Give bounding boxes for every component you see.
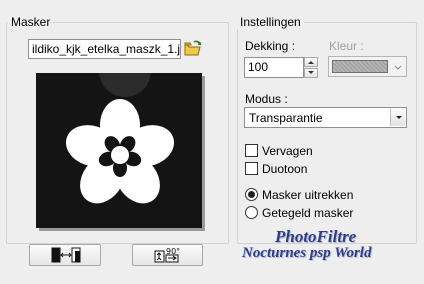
- settings-group-title: Instellingen: [237, 15, 304, 29]
- rotate-90-button[interactable]: 90°: [132, 244, 203, 266]
- color-picker[interactable]: [328, 56, 407, 77]
- opacity-spinner[interactable]: [304, 57, 318, 78]
- folder-open-icon[interactable]: [183, 39, 203, 59]
- mask-filename-field[interactable]: ildiko_kjk_etelka_maszk_1.jp: [28, 39, 181, 59]
- opacity-label: Dekking :: [245, 39, 296, 53]
- stretch-mask-radio[interactable]: [245, 188, 258, 201]
- duotone-label: Duotoon: [262, 162, 308, 176]
- mode-select-value: Transparantie: [249, 111, 323, 125]
- tile-mask-label: Getegeld masker: [262, 206, 354, 220]
- invert-mask-button[interactable]: [29, 244, 101, 266]
- fade-checkbox[interactable]: [245, 144, 258, 157]
- stretch-mask-label: Masker uitrekken: [262, 188, 354, 202]
- mode-select-button[interactable]: [390, 109, 405, 126]
- mask-preview: [36, 45, 202, 228]
- chevron-down-icon: [396, 116, 402, 119]
- mode-label: Modus :: [245, 92, 288, 106]
- opacity-field[interactable]: 100: [244, 57, 304, 78]
- tile-mask-radio[interactable]: [245, 206, 258, 219]
- chevron-down-icon: [394, 65, 402, 70]
- watermark-line-1: PhotoFiltre: [275, 227, 357, 246]
- fade-label: Vervagen: [262, 144, 313, 158]
- rotate-90-icon: 90°: [154, 247, 180, 263]
- color-label: Kleur :: [329, 39, 364, 53]
- mask-group-title: Masker: [8, 15, 54, 29]
- color-swatch: [332, 60, 388, 73]
- invert-mask-icon: [51, 247, 81, 263]
- spin-down-icon[interactable]: [304, 68, 318, 78]
- watermark-line-2: Nocturnes psp World: [242, 245, 372, 261]
- spin-up-icon[interactable]: [304, 57, 318, 67]
- mode-select[interactable]: Transparantie: [244, 107, 407, 128]
- flower-mask-image: [65, 45, 175, 204]
- duotone-checkbox[interactable]: [245, 162, 258, 175]
